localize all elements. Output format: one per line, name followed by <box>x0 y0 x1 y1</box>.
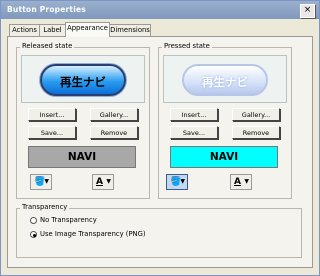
text-color-icon: A <box>96 177 103 187</box>
appearance-panel: Released state 再生ナビ Insert... Gallery...… <box>7 36 313 268</box>
no-transparency-label[interactable]: No Transparency <box>40 216 97 224</box>
pressed-state-label: Pressed state <box>162 42 212 50</box>
tab-actions[interactable]: Actions <box>9 24 40 36</box>
released-preview-text: 再生ナビ <box>60 75 106 89</box>
text-color-icon: A <box>234 177 241 187</box>
released-gallery-button[interactable]: Gallery... <box>90 108 138 121</box>
image-transparency-label[interactable]: Use Image Transparency (PNG) <box>40 230 146 238</box>
pressed-preview-text: 再生ナビ <box>202 75 248 89</box>
tab-dimensions[interactable]: Dimensions <box>109 24 151 36</box>
tab-label[interactable]: Label <box>39 24 66 36</box>
released-preview: 再生ナビ <box>21 55 145 103</box>
pressed-remove-button[interactable]: Remove <box>232 126 280 139</box>
button-properties-dialog: Button Properties × Actions Label Appear… <box>0 0 320 276</box>
close-button[interactable]: × <box>300 4 315 18</box>
released-save-button[interactable]: Save... <box>28 126 76 139</box>
released-fill-color-button[interactable]: 🪣 ▼ <box>30 174 52 190</box>
no-transparency-radio[interactable] <box>30 217 37 224</box>
chevron-down-icon: ▼ <box>44 178 49 185</box>
image-transparency-radio[interactable] <box>30 231 37 238</box>
released-label-bar[interactable]: NAVI <box>28 146 136 168</box>
released-text-color-button[interactable]: A ▼ <box>92 174 114 190</box>
chevron-down-icon: ▼ <box>244 178 249 185</box>
pressed-text-color-button[interactable]: A ▼ <box>230 174 252 190</box>
pressed-gallery-button[interactable]: Gallery... <box>232 108 280 121</box>
released-state-label: Released state <box>20 42 75 50</box>
window-title: Button Properties <box>7 5 86 14</box>
title-bar[interactable]: Button Properties × <box>1 1 319 19</box>
transparency-label: Transparency <box>20 203 70 211</box>
pressed-save-button[interactable]: Save... <box>170 126 218 139</box>
pressed-fill-color-button[interactable]: 🪣 ▼ <box>166 174 188 190</box>
pressed-button-image: 再生ナビ <box>182 64 268 96</box>
pressed-label-bar[interactable]: NAVI <box>170 146 278 168</box>
pressed-insert-button[interactable]: Insert... <box>170 108 218 121</box>
chevron-down-icon: ▼ <box>106 178 111 185</box>
released-insert-button[interactable]: Insert... <box>28 108 76 121</box>
chevron-down-icon: ▼ <box>180 178 185 185</box>
pressed-preview: 再生ナビ <box>163 55 287 103</box>
released-remove-button[interactable]: Remove <box>90 126 138 139</box>
tab-appearance[interactable]: Appearance <box>65 22 110 37</box>
released-button-image: 再生ナビ <box>40 64 126 96</box>
